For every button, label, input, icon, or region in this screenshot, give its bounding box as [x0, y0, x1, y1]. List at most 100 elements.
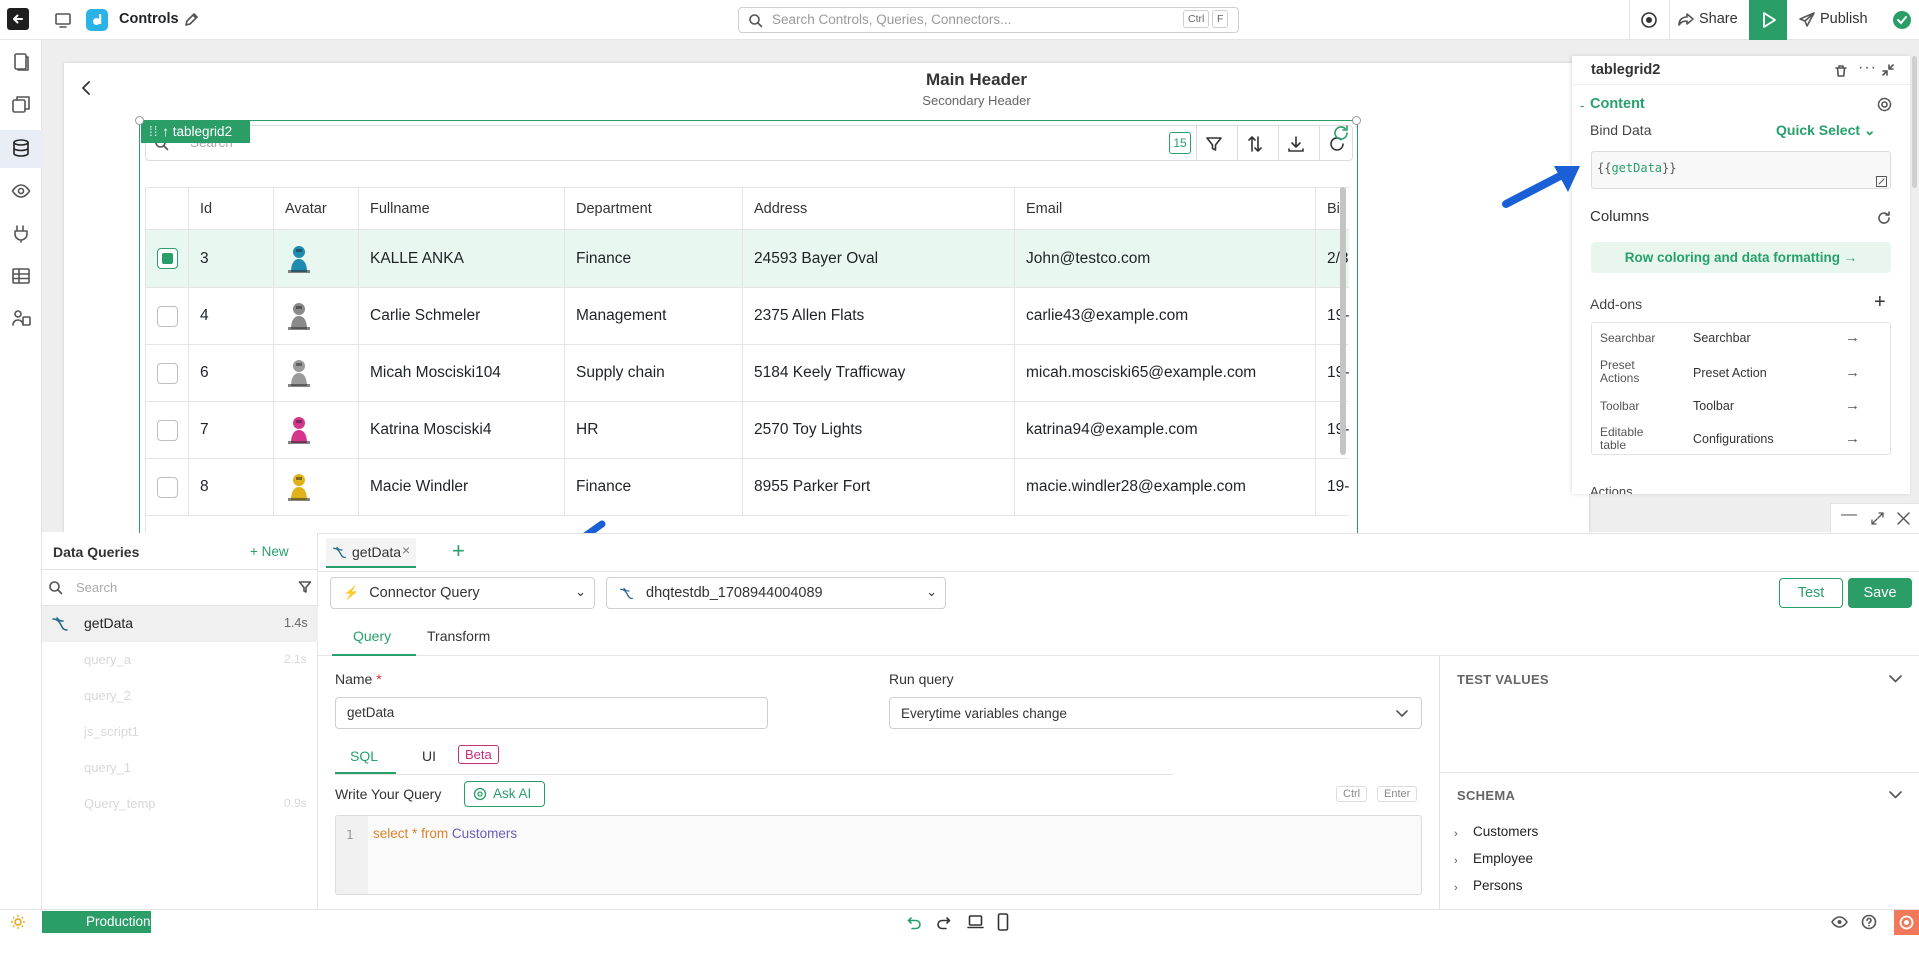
expand-editor-icon[interactable]	[1876, 176, 1887, 187]
chevron-down-icon[interactable]	[1889, 674, 1902, 684]
trash-icon[interactable]	[1834, 64, 1848, 78]
users-icon[interactable]	[11, 308, 31, 328]
row-checkbox[interactable]	[157, 362, 178, 384]
table-row[interactable]: 3 KALLE ANKA Finance 24593 Bayer Oval Jo…	[146, 230, 1349, 287]
environment-selector[interactable]: Production ⌄	[42, 911, 151, 951]
sql-code-editor[interactable]: 1 select * from Customers	[335, 815, 1422, 895]
query-list-item[interactable]: getData 1.4s	[42, 606, 318, 642]
panel-scrollbar[interactable]	[1912, 56, 1917, 188]
schema-item[interactable]: ›	[1454, 824, 1458, 840]
back-button[interactable]	[7, 8, 29, 30]
column-header-id[interactable]: Id	[189, 188, 274, 230]
desktop-icon[interactable]	[54, 11, 72, 29]
query-tab[interactable]: getData ×	[326, 538, 416, 568]
reload-icon[interactable]	[1332, 124, 1350, 142]
column-header-fullname[interactable]: Fullname	[359, 188, 565, 230]
global-search-bar[interactable]: Search Controls, Queries, Connectors... …	[738, 7, 1239, 33]
table-scrollbar[interactable]	[1340, 187, 1346, 455]
close-tab-icon[interactable]: ×	[402, 542, 410, 558]
column-header-email[interactable]: Email	[1015, 188, 1316, 230]
resize-handle[interactable]	[135, 116, 144, 125]
redo-icon[interactable]	[936, 915, 951, 930]
row-checkbox[interactable]	[157, 305, 178, 327]
sort-icon[interactable]	[1245, 134, 1265, 154]
row-checkbox-cell[interactable]	[146, 459, 189, 515]
save-button[interactable]: Save	[1848, 578, 1912, 608]
connector-type-select[interactable]: ⚡ Connector Query ⌄	[330, 577, 595, 609]
schema-item-label[interactable]: Customers	[1473, 824, 1538, 839]
resize-handle[interactable]	[1352, 116, 1361, 125]
sun-icon[interactable]	[11, 915, 25, 929]
subtab-query[interactable]: Query	[353, 628, 391, 644]
schema-header[interactable]: SCHEMA	[1457, 788, 1515, 803]
row-checkbox[interactable]	[157, 476, 178, 498]
schema-item[interactable]: ›	[1454, 878, 1458, 890]
maximize-icon[interactable]	[1871, 512, 1884, 525]
add-tab-button[interactable]: +	[452, 538, 465, 564]
laptop-icon[interactable]	[967, 914, 984, 930]
query-list-item[interactable]: Query_temp 0.9s	[42, 786, 318, 822]
query-list-item[interactable]: query_1	[42, 750, 318, 786]
run-query-select[interactable]: Everytime variables change	[889, 697, 1422, 729]
row-coloring-button[interactable]: Row coloring and data formatting →	[1591, 242, 1891, 273]
filter-icon[interactable]	[1204, 134, 1224, 154]
refresh-columns-icon[interactable]	[1877, 211, 1891, 225]
chevron-down-icon[interactable]	[1889, 790, 1902, 800]
section-content-header[interactable]: Content	[1590, 96, 1645, 112]
components-icon[interactable]	[11, 95, 31, 115]
eye-icon[interactable]	[11, 181, 31, 201]
addon-row[interactable]: Preset Actions Preset Action →	[1592, 355, 1890, 391]
connector-db-select[interactable]: dhqtestdb_1708944004089 ⌄	[606, 577, 946, 609]
pages-icon[interactable]	[11, 52, 31, 72]
query-search-input[interactable]: Search	[76, 580, 117, 595]
addon-row[interactable]: Editable table Configurations →	[1592, 423, 1890, 456]
pencil-icon[interactable]	[183, 11, 200, 28]
column-header-address[interactable]: Address	[743, 188, 1015, 230]
undo-icon[interactable]	[907, 915, 922, 930]
debugger-icon[interactable]	[1640, 11, 1658, 29]
row-checkbox-cell[interactable]	[146, 345, 189, 401]
table-row[interactable]: 6 Micah Mosciski104 Supply chain 5184 Ke…	[146, 345, 1349, 401]
mode-tab-ui[interactable]: UI	[422, 748, 436, 764]
plugin-icon[interactable]	[11, 223, 31, 243]
quick-select-dropdown[interactable]: Quick Select ⌄	[1776, 122, 1876, 139]
row-checkbox-cell[interactable]	[146, 230, 189, 287]
query-list-item[interactable]: query_a 2.1s	[42, 642, 318, 678]
query-name-input[interactable]: getData	[335, 697, 768, 729]
new-query-button[interactable]: + New	[250, 544, 289, 559]
schema-item-label[interactable]: Persons	[1473, 878, 1523, 891]
table-row[interactable]: 4 Carlie Schmeler Management 2375 Allen …	[146, 288, 1349, 344]
filter-icon[interactable]	[298, 580, 312, 594]
row-checkbox-cell[interactable]	[146, 288, 189, 344]
test-values-header[interactable]: TEST VALUES	[1457, 672, 1549, 687]
row-checkbox[interactable]	[157, 248, 178, 269]
row-checkbox-cell[interactable]	[146, 402, 189, 458]
table-row[interactable]: 7 Katrina Mosciski4 HR 2570 Toy Lights k…	[146, 402, 1349, 458]
query-list-item[interactable]: js_script1	[42, 714, 318, 750]
row-checkbox[interactable]	[157, 419, 178, 441]
addon-row[interactable]: Searchbar Searchbar →	[1592, 323, 1890, 355]
mobile-icon[interactable]	[997, 913, 1009, 931]
column-header-avatar[interactable]: Avatar	[274, 188, 359, 230]
query-list-item[interactable]: query_2	[42, 678, 318, 714]
preview-button[interactable]	[1749, 0, 1787, 40]
table-row[interactable]: 8 Macie Windler Finance 8955 Parker Fort…	[146, 459, 1349, 515]
settings-gear-icon[interactable]	[1876, 96, 1893, 113]
subtab-transform[interactable]: Transform	[427, 628, 490, 644]
eye-icon[interactable]	[1831, 915, 1848, 929]
collapse-icon[interactable]	[1882, 64, 1894, 76]
addon-row[interactable]: Toolbar Toolbar →	[1592, 391, 1890, 423]
help-icon[interactable]	[1861, 914, 1877, 930]
schema-item-label[interactable]: Employee	[1473, 851, 1533, 866]
schema-item[interactable]: ›	[1454, 851, 1458, 867]
share-button[interactable]: Share	[1677, 9, 1741, 31]
test-button[interactable]: Test	[1779, 578, 1843, 608]
support-chat-icon[interactable]	[1894, 910, 1919, 935]
database-icon[interactable]	[11, 138, 31, 158]
minimize-icon[interactable]: —	[1841, 506, 1857, 524]
publish-button[interactable]: Publish	[1796, 9, 1876, 31]
mode-tab-sql[interactable]: SQL	[350, 748, 378, 764]
table-icon[interactable]	[11, 266, 31, 286]
control-label[interactable]: ⁞⁞ ↑ tablegrid2	[141, 121, 250, 143]
more-icon[interactable]: ···	[1858, 59, 1877, 77]
